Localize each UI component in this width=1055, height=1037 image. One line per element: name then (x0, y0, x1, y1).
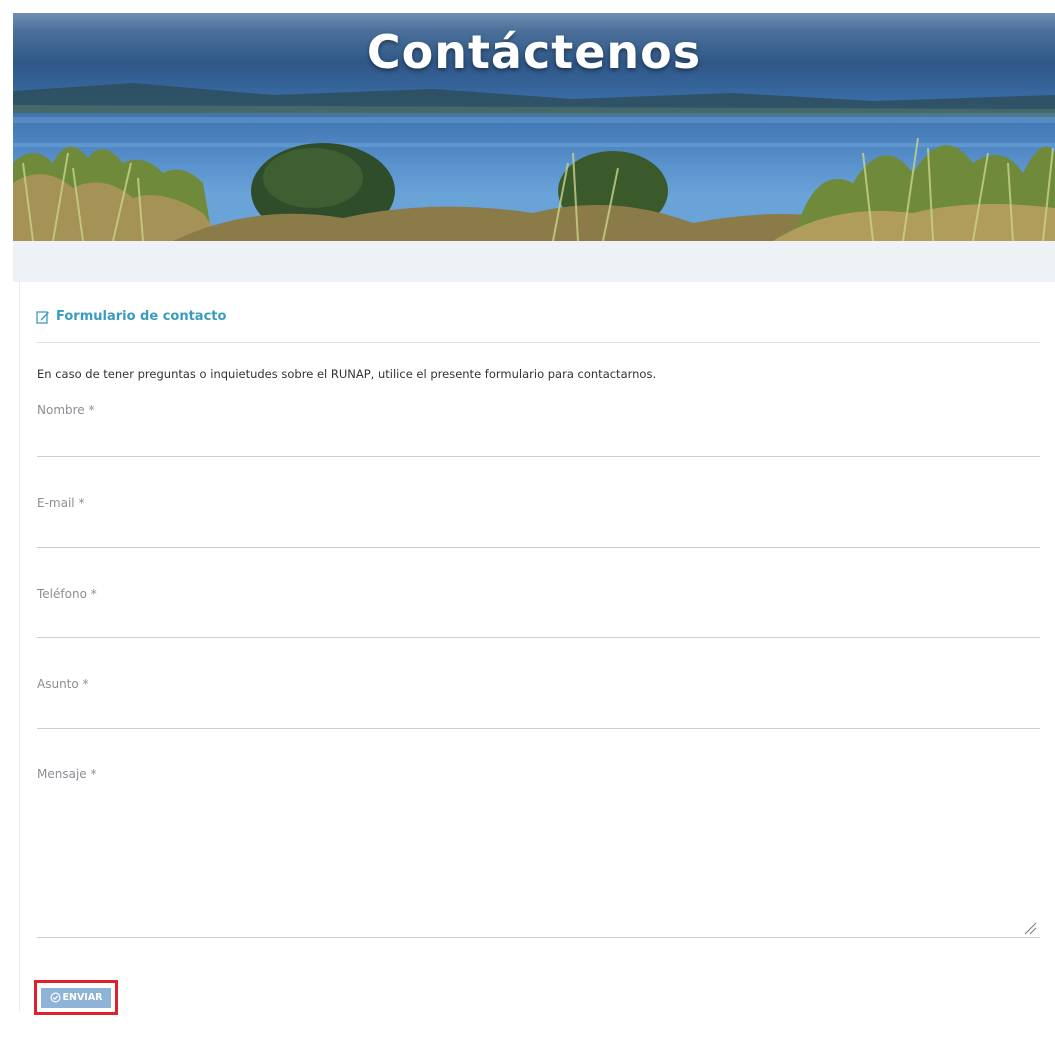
message-underline (37, 937, 1040, 938)
send-button[interactable]: ENVIAR (41, 987, 111, 1008)
send-button-label: ENVIAR (62, 992, 103, 1003)
name-underline (37, 456, 1040, 457)
subject-field[interactable] (37, 701, 1044, 729)
email-field[interactable] (37, 520, 1044, 548)
hero-banner: Contáctenos (13, 13, 1055, 241)
submit-highlight: ENVIAR (34, 980, 118, 1015)
name-label: Nombre * (37, 403, 95, 417)
subject-label: Asunto * (37, 677, 89, 691)
form-title: Formulario de contacto (36, 309, 226, 324)
phone-underline (37, 637, 1040, 638)
form-title-text: Formulario de contacto (56, 309, 227, 324)
subject-underline (37, 728, 1040, 729)
message-field[interactable] (37, 790, 1040, 936)
edit-icon (36, 310, 49, 324)
phone-field[interactable] (37, 610, 1044, 638)
phone-label: Teléfono * (37, 587, 97, 601)
message-label: Mensaje * (37, 767, 97, 781)
email-underline (37, 547, 1040, 548)
name-field[interactable] (37, 428, 1044, 456)
form-intro: En caso de tener preguntas o inquietudes… (37, 367, 657, 381)
divider (36, 342, 1040, 343)
check-circle-icon (50, 992, 60, 1003)
resize-handle-icon[interactable] (1023, 921, 1037, 935)
page-title: Contáctenos (366, 25, 702, 79)
page-band (13, 241, 1055, 282)
email-label: E-mail * (37, 496, 85, 510)
